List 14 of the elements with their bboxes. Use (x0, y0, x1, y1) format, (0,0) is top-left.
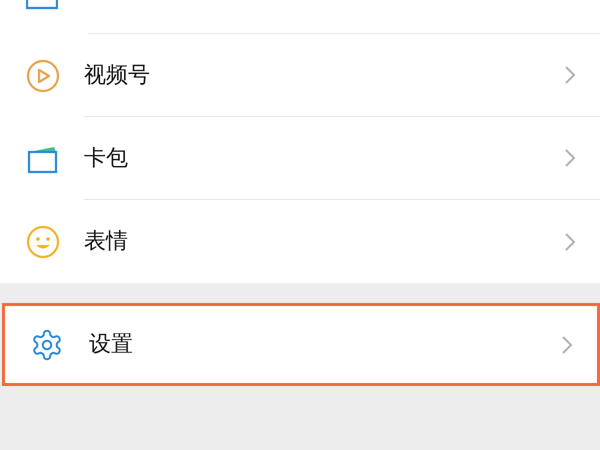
menu-label: 表情 (84, 228, 129, 256)
menu-item[interactable]: 视频号 (0, 34, 600, 117)
menu-label: 卡包 (84, 144, 129, 172)
menu-label: 视频号 (84, 62, 151, 90)
smiley-icon (26, 224, 60, 258)
chevron-icon (564, 65, 576, 85)
chevron-icon (561, 334, 573, 354)
menu-label: 设置 (89, 331, 134, 359)
chevron-icon (564, 232, 576, 252)
menu-item[interactable]: 表情 (0, 200, 600, 283)
play-icon (26, 58, 60, 92)
menu-item[interactable]: 卡包 (0, 117, 600, 200)
chevron-icon (564, 148, 576, 168)
menu-item[interactable]: 设置 (2, 303, 600, 386)
